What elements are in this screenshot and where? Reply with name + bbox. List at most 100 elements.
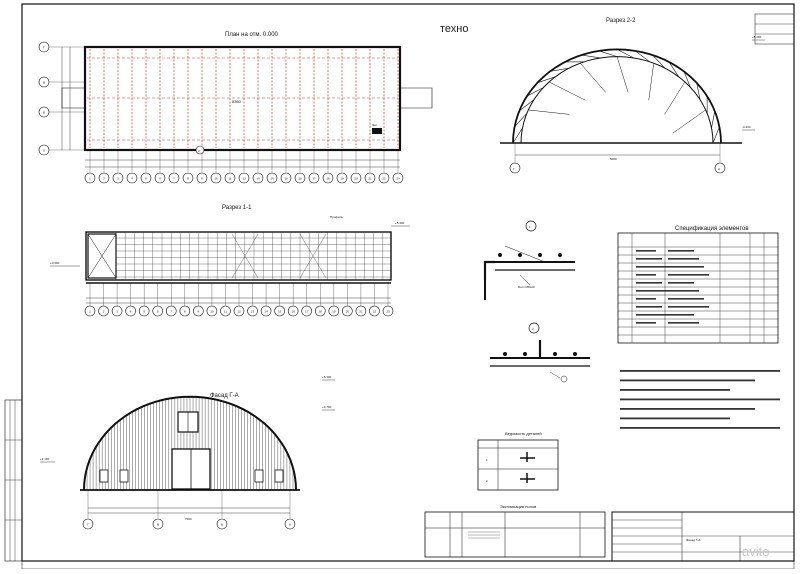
svg-text:14: 14 (264, 310, 268, 314)
section11-axis-14: 14 (261, 306, 271, 316)
plan-axis-23: 23 (393, 173, 403, 183)
section11-axis-6: 6 (153, 306, 163, 316)
svg-text:+5.300: +5.300 (395, 221, 405, 225)
section11-title: Разрез 1-1 (222, 205, 252, 211)
svg-text:18: 18 (326, 177, 330, 181)
plan-axis-19: 19 (337, 173, 347, 183)
svg-text:14: 14 (270, 177, 274, 181)
svg-text:12: 12 (237, 310, 241, 314)
svg-text:15: 15 (278, 310, 282, 314)
svg-text:19: 19 (332, 310, 336, 314)
svg-text:17: 17 (305, 310, 309, 314)
explication-table: Экспликация полов (425, 504, 605, 557)
plan-row-axis-Б: Б (39, 107, 49, 117)
svg-text:19: 19 (340, 177, 344, 181)
section11-axis-9: 9 (193, 306, 203, 316)
section11-axis-21: 21 (356, 306, 366, 316)
plan-axis-18: 18 (323, 173, 333, 183)
facade-axis-В: В (153, 519, 163, 529)
plan-col-axes: 1234567891011121314151617181920212223 (85, 173, 403, 183)
section11-axis-20: 20 (342, 306, 352, 316)
details-row-2: 2 (486, 479, 488, 483)
svg-text:+3.700: +3.700 (322, 405, 332, 409)
plan-marker (372, 128, 382, 134)
section-1-1: Разрез 1-1 12345678910111213141516171819… (50, 205, 410, 316)
spec-title: Спецификация элементов (675, 226, 749, 232)
svg-text:13: 13 (256, 177, 260, 181)
section11-axis-15: 15 (275, 306, 285, 316)
svg-text:16: 16 (298, 177, 302, 181)
svg-text:23: 23 (396, 177, 400, 181)
svg-text:11: 11 (224, 310, 227, 314)
svg-text:Б: Б (43, 111, 45, 115)
svg-text:Болт М8х20: Болт М8х20 (518, 285, 535, 289)
spec-rows (618, 233, 778, 343)
plan-axis-11: 11 (225, 173, 235, 183)
plan-gate-left (62, 88, 85, 108)
plan-row-axis-Г: Г (39, 42, 49, 52)
plan-axis-6: 6 (155, 173, 165, 183)
plan-axis-5: 5 (141, 173, 151, 183)
plan-axis-13: 13 (253, 173, 263, 183)
watermark: avito (742, 544, 769, 559)
section11-axis-8: 8 (180, 306, 190, 316)
section11-axis-10: 10 (207, 306, 217, 316)
corner-stamp (755, 14, 794, 44)
svg-text:23: 23 (386, 310, 390, 314)
plan-axis-4: 4 (127, 173, 137, 183)
plan-axis-2: 2 (99, 173, 109, 183)
svg-text:+2.100: +2.100 (40, 457, 50, 461)
svg-text:18: 18 (319, 310, 323, 314)
drawing-canvas: техно План на отм. 0.000 8360 Экс. 2 ГВБ… (0, 0, 800, 569)
section22-title: Разрез 2-2 (606, 18, 636, 24)
plan-axis-20: 20 (351, 173, 361, 183)
svg-text:В: В (43, 81, 45, 85)
svg-text:12: 12 (242, 177, 246, 181)
plan-axis-12: 12 (239, 173, 249, 183)
plan-axis-22: 22 (379, 173, 389, 183)
section-2-2: Разрез 2-2 5000 Г А -0.400 +5.300 (500, 18, 765, 173)
floor-plan: План на отм. 0.000 8360 Экс. 2 ГВБА 1234… (39, 32, 432, 183)
svg-text:Профиль: Профиль (330, 215, 343, 219)
svg-text:А: А (289, 523, 291, 527)
svg-text:16: 16 (292, 310, 296, 314)
svg-text:20: 20 (354, 177, 358, 181)
section11-axis-7: 7 (166, 306, 176, 316)
svg-text:22: 22 (382, 177, 386, 181)
facade-span: 7000 (185, 517, 192, 521)
explication-title: Экспликация полов (500, 504, 536, 509)
section11-axes: 1234567891011121314151617181920212223 (85, 283, 393, 316)
drawing-sheet: техно План на отм. 0.000 8360 Экс. 2 ГВБ… (0, 0, 800, 569)
facade-axis-А: А (285, 519, 295, 529)
section11-axis-11: 11 (220, 306, 230, 316)
section11-axis-19: 19 (329, 306, 339, 316)
plan-title: План на отм. 0.000 (225, 32, 279, 38)
plan-axis-17: 17 (309, 173, 319, 183)
section11-axis-13: 13 (248, 306, 258, 316)
plan-gate-right (400, 88, 432, 108)
section11-axis-4: 4 (126, 306, 136, 316)
svg-text:17: 17 (312, 177, 316, 181)
details-title: Ведомость деталей (505, 431, 542, 436)
facade-axes: ГВБА (83, 490, 295, 529)
svg-text:10: 10 (210, 310, 214, 314)
plan-axis-10: 10 (211, 173, 221, 183)
svg-text:Экс.: Экс. (372, 123, 378, 127)
section22-arch (513, 49, 721, 143)
svg-text:А: А (43, 149, 45, 153)
section11-axis-16: 16 (288, 306, 298, 316)
details-row-1: 1 (486, 458, 488, 462)
section11-axis-12: 12 (234, 306, 244, 316)
svg-text:13: 13 (251, 310, 255, 314)
section22-span: 5000 (610, 157, 617, 161)
svg-text:+5.300: +5.300 (752, 35, 762, 39)
svg-text:20: 20 (346, 310, 350, 314)
section11-axis-17: 17 (302, 306, 312, 316)
node-1-detail: 1 Болт М8х20 (485, 221, 575, 300)
brand-label: техно (440, 23, 468, 35)
svg-text:-0.400: -0.400 (742, 125, 751, 129)
svg-text:Б: Б (221, 523, 223, 527)
plan-axis-1: 1 (85, 173, 95, 183)
section11-axis-2: 2 (99, 306, 109, 316)
section11-axis-1: 1 (85, 306, 95, 316)
